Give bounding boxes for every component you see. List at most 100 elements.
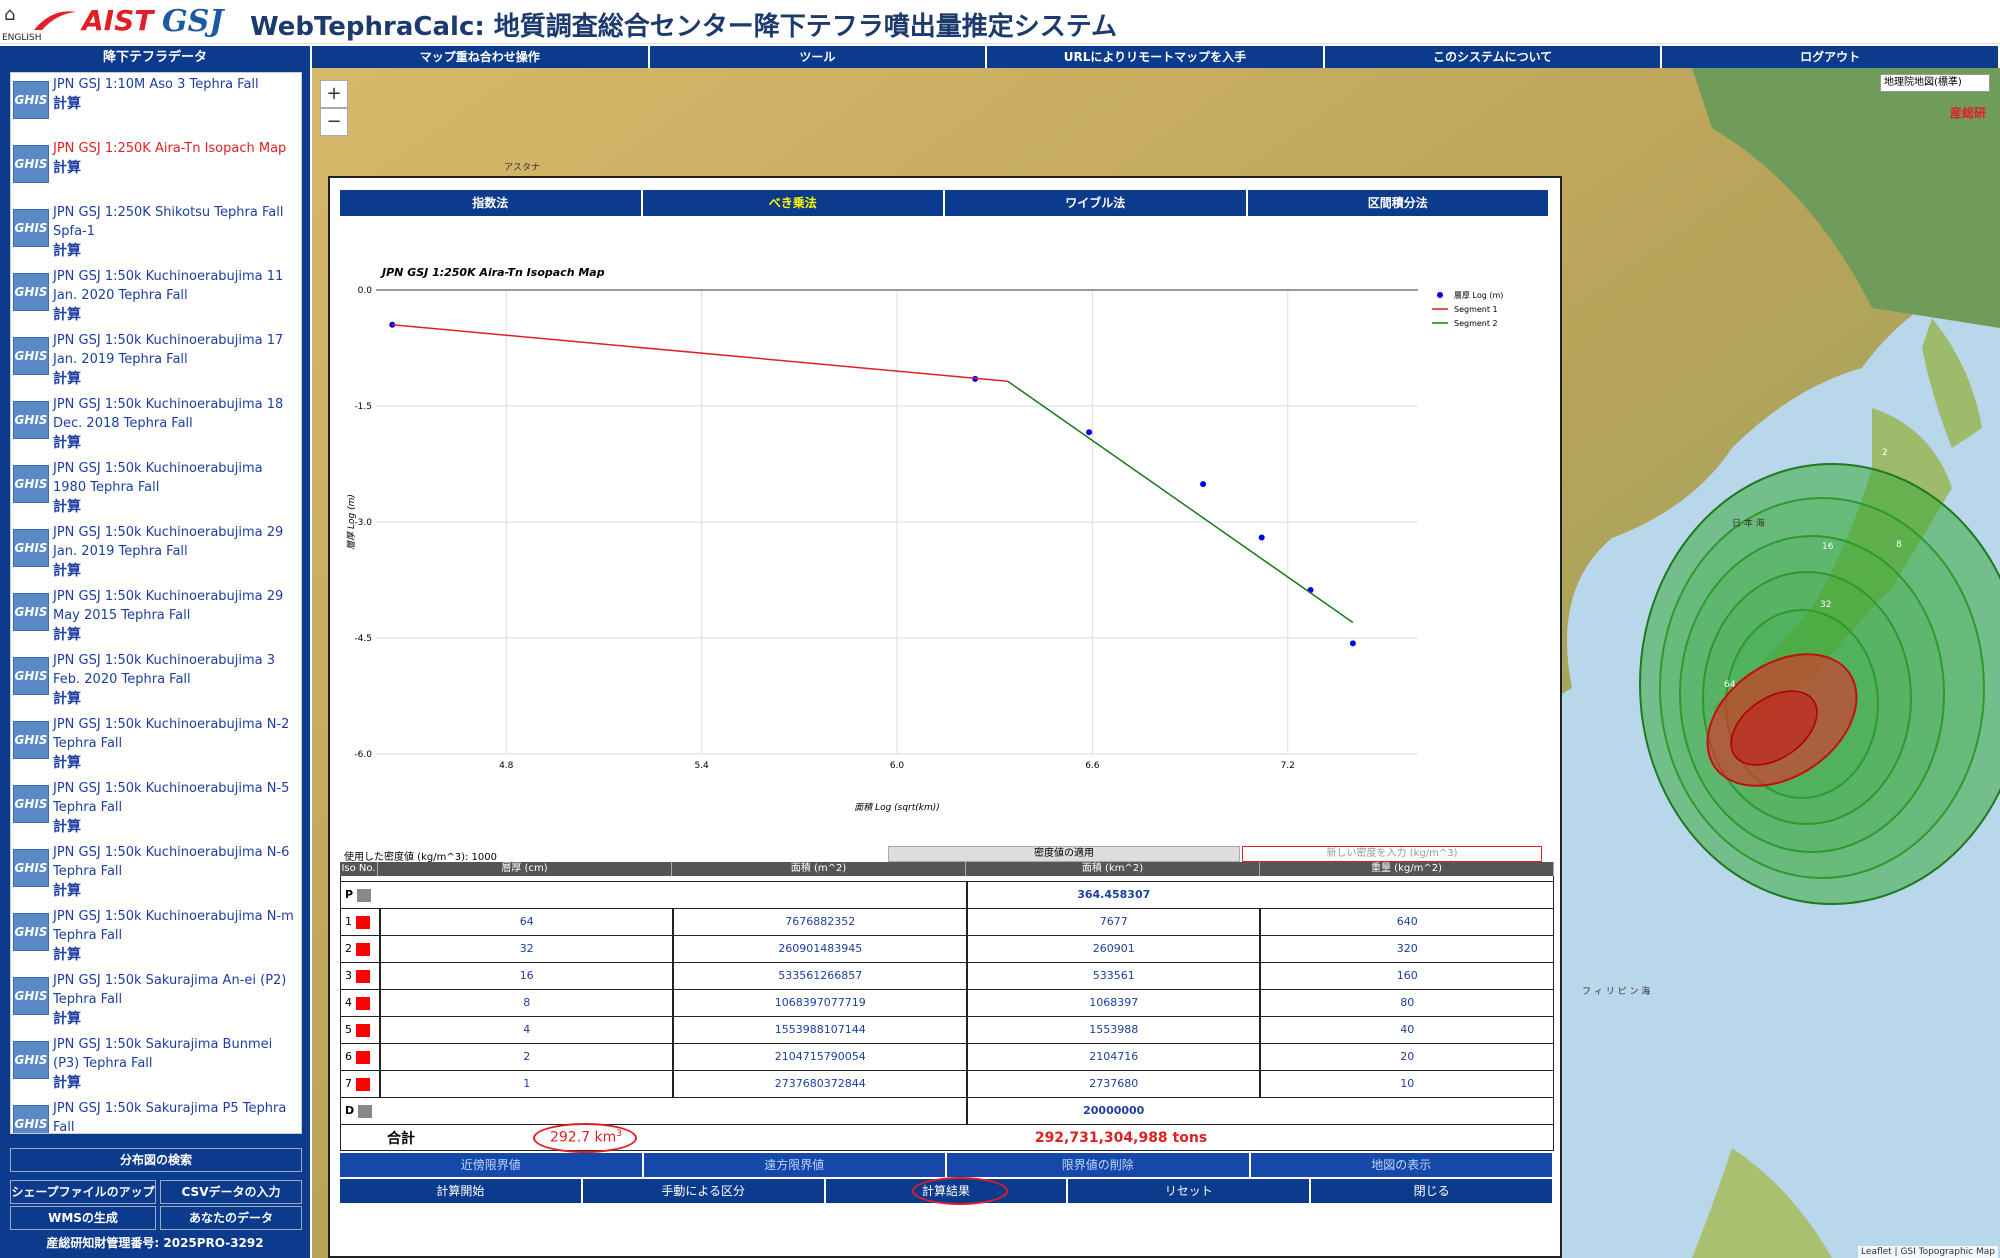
nav-map-overlay[interactable]: マップ重ね合わせ操作 xyxy=(312,46,650,68)
tab-weibull[interactable]: ワイブル法 xyxy=(945,190,1246,216)
tephra-dataset-name[interactable]: JPN GSJ 1:50k Kuchinoerabujima N-5 Tephr… xyxy=(53,779,299,817)
calc-link[interactable]: 計算 xyxy=(53,625,299,645)
nav-tools[interactable]: ツール xyxy=(650,46,988,68)
tephra-data-list[interactable]: GHIS JPN GSJ 1:10M Aso 3 Tephra Fall 計算 G… xyxy=(10,72,302,1134)
map-type-select[interactable]: 地理院地図(標準) xyxy=(1880,74,1990,92)
map-attribution[interactable]: Leaflet | GSI Topographic Map xyxy=(1858,1246,1998,1258)
calc-link[interactable]: 計算 xyxy=(53,94,259,114)
csv-input-button[interactable]: CSVデータの入力 xyxy=(160,1180,302,1204)
cell-thickness[interactable]: 32 xyxy=(378,936,673,962)
calc-link[interactable]: 計算 xyxy=(53,561,299,581)
cell-thickness[interactable]: 2 xyxy=(378,1044,673,1070)
iso-color-swatch[interactable] xyxy=(356,1050,370,1064)
your-data-button[interactable]: あなたのデータ xyxy=(160,1206,302,1230)
iso-color-swatch[interactable] xyxy=(356,1077,370,1091)
cell-thickness[interactable]: 4 xyxy=(378,1017,673,1043)
calc-link[interactable]: 計算 xyxy=(53,241,299,261)
iso-color-swatch[interactable] xyxy=(356,942,370,956)
calc-link[interactable]: 計算 xyxy=(53,497,299,517)
tephra-dataset-name[interactable]: JPN GSJ 1:50k Sakurajima An-ei (P2) Teph… xyxy=(53,971,299,1009)
tephra-dataset-name[interactable]: JPN GSJ 1:50k Kuchinoerabujima 3 Feb. 20… xyxy=(53,651,299,689)
apply-density-button[interactable]: 密度値の適用 xyxy=(888,846,1240,862)
calc-link[interactable]: 計算 xyxy=(53,433,299,453)
start-calc-button[interactable]: 計算開始 xyxy=(340,1179,583,1203)
tab-exponential[interactable]: 指数法 xyxy=(340,190,641,216)
calc-link[interactable]: 計算 xyxy=(53,753,299,773)
iso-color-swatch[interactable] xyxy=(356,969,370,983)
tephra-dataset-name[interactable]: JPN GSJ 1:50k Kuchinoerabujima 17 Jan. 2… xyxy=(53,331,299,369)
zoom-in-button[interactable]: + xyxy=(320,80,348,108)
calc-link[interactable]: 計算 xyxy=(53,305,299,325)
reset-button[interactable]: リセット xyxy=(1068,1179,1312,1203)
calc-link[interactable]: 計算 xyxy=(53,1009,299,1029)
list-item[interactable]: GHIS JPN GSJ 1:10M Aso 3 Tephra Fall 計算 xyxy=(11,73,301,137)
ghis-icon: GHIS xyxy=(13,849,49,887)
new-density-input[interactable]: 新しい密度を入力 (kg/m^3) xyxy=(1242,846,1542,862)
wms-generate-button[interactable]: WMSの生成 xyxy=(10,1206,156,1230)
iso-color-swatch[interactable] xyxy=(358,1104,373,1118)
list-item[interactable]: GHIS JPN GSJ 1:250K Shikotsu Tephra Fall… xyxy=(11,201,301,265)
close-button[interactable]: 閉じる xyxy=(1311,1179,1554,1203)
tephra-dataset-name[interactable]: JPN GSJ 1:50k Kuchinoerabujima 11 Jan. 2… xyxy=(53,267,299,305)
tephra-dataset-name[interactable]: JPN GSJ 1:250K Aira-Tn Isopach Map xyxy=(53,139,286,158)
list-item[interactable]: GHIS JPN GSJ 1:50k Kuchinoerabujima 17 J… xyxy=(11,329,301,393)
tephra-dataset-name[interactable]: JPN GSJ 1:50k Kuchinoerabujima N-6 Tephr… xyxy=(53,843,299,881)
list-item[interactable]: GHIS JPN GSJ 1:50k Kuchinoerabujima N-5 … xyxy=(11,777,301,841)
tephra-dataset-name[interactable]: JPN GSJ 1:250K Shikotsu Tephra Fall Spfa… xyxy=(53,203,299,241)
nav-about[interactable]: このシステムについて xyxy=(1325,46,1663,68)
cell-thickness[interactable]: 8 xyxy=(378,990,673,1016)
map-search-button[interactable]: 分布図の検索 xyxy=(10,1148,302,1172)
tephra-dataset-name[interactable]: JPN GSJ 1:50k Sakurajima Bunmei (P3) Tep… xyxy=(53,1035,299,1073)
list-item[interactable]: GHIS JPN GSJ 1:50k Sakurajima P5 Tephra … xyxy=(11,1097,301,1133)
list-item[interactable]: GHIS JPN GSJ 1:50k Kuchinoerabujima 11 J… xyxy=(11,265,301,329)
delete-limit-button[interactable]: 限界値の削除 xyxy=(947,1153,1251,1177)
tephra-dataset-name[interactable]: JPN GSJ 1:50k Kuchinoerabujima N-m Tephr… xyxy=(53,907,299,945)
iso-color-swatch[interactable] xyxy=(357,888,372,902)
aist-logo[interactable]: AIST xyxy=(32,4,153,37)
calc-link[interactable]: 計算 xyxy=(53,158,286,178)
iso-color-swatch[interactable] xyxy=(356,1023,370,1037)
tab-power-law[interactable]: べき乗法 xyxy=(642,190,943,216)
far-limit-button[interactable]: 遠方限界値 xyxy=(643,1153,947,1177)
tephra-dataset-name[interactable]: JPN GSJ 1:50k Sakurajima P5 Tephra Fall xyxy=(53,1099,299,1133)
zoom-out-button[interactable]: − xyxy=(320,108,348,136)
list-item[interactable]: GHIS JPN GSJ 1:250K Aira-Tn Isopach Map … xyxy=(11,137,301,201)
manual-segment-button[interactable]: 手動による区分 xyxy=(582,1179,826,1203)
list-item[interactable]: GHIS JPN GSJ 1:50k Sakurajima An-ei (P2)… xyxy=(11,969,301,1033)
tab-interval-integration[interactable]: 区間積分法 xyxy=(1247,190,1548,216)
nav-remote-map[interactable]: URLによりリモートマップを入手 xyxy=(987,46,1325,68)
list-item[interactable]: GHIS JPN GSJ 1:50k Kuchinoerabujima 1980… xyxy=(11,457,301,521)
iso-color-swatch[interactable] xyxy=(356,915,370,929)
tephra-dataset-name[interactable]: JPN GSJ 1:50k Kuchinoerabujima 18 Dec. 2… xyxy=(53,395,299,433)
list-item[interactable]: GHIS JPN GSJ 1:50k Kuchinoerabujima 29 J… xyxy=(11,521,301,585)
calc-link[interactable]: 計算 xyxy=(53,369,299,389)
home-icon[interactable]: ⌂ xyxy=(4,4,15,25)
tephra-dataset-name[interactable]: JPN GSJ 1:10M Aso 3 Tephra Fall xyxy=(53,75,259,94)
show-map-button[interactable]: 地図の表示 xyxy=(1250,1153,1554,1177)
calc-link[interactable]: 計算 xyxy=(53,945,299,965)
list-item[interactable]: GHIS JPN GSJ 1:50k Kuchinoerabujima 18 D… xyxy=(11,393,301,457)
calc-link[interactable]: 計算 xyxy=(53,881,299,901)
tephra-dataset-name[interactable]: JPN GSJ 1:50k Kuchinoerabujima N-2 Tephr… xyxy=(53,715,299,753)
near-limit-button[interactable]: 近傍限界値 xyxy=(340,1153,644,1177)
tephra-dataset-name[interactable]: JPN GSJ 1:50k Kuchinoerabujima 29 Jan. 2… xyxy=(53,523,299,561)
cell-thickness[interactable]: 1 xyxy=(378,1071,673,1097)
tephra-dataset-name[interactable]: JPN GSJ 1:50k Kuchinoerabujima 29 May 20… xyxy=(53,587,299,625)
gsj-logo[interactable]: GSJ xyxy=(162,4,223,39)
shapefile-upload-button[interactable]: シェープファイルのアップ xyxy=(10,1180,156,1204)
list-item[interactable]: GHIS JPN GSJ 1:50k Kuchinoerabujima 29 M… xyxy=(11,585,301,649)
cell-thickness[interactable]: 64 xyxy=(378,909,673,935)
iso-color-swatch[interactable] xyxy=(356,996,370,1010)
calc-result-button[interactable]: 計算結果 xyxy=(825,1177,1069,1205)
list-item[interactable]: GHIS JPN GSJ 1:50k Kuchinoerabujima N-m … xyxy=(11,905,301,969)
calc-link[interactable]: 計算 xyxy=(53,817,299,837)
nav-logout[interactable]: ログアウト xyxy=(1662,46,2000,68)
list-item[interactable]: GHIS JPN GSJ 1:50k Kuchinoerabujima N-2 … xyxy=(11,713,301,777)
calc-link[interactable]: 計算 xyxy=(53,1073,299,1093)
list-item[interactable]: GHIS JPN GSJ 1:50k Kuchinoerabujima 3 Fe… xyxy=(11,649,301,713)
tephra-dataset-name[interactable]: JPN GSJ 1:50k Kuchinoerabujima 1980 Teph… xyxy=(53,459,299,497)
calc-link[interactable]: 計算 xyxy=(53,689,299,709)
list-item[interactable]: GHIS JPN GSJ 1:50k Sakurajima Bunmei (P3… xyxy=(11,1033,301,1097)
cell-thickness[interactable]: 16 xyxy=(378,963,673,989)
list-item[interactable]: GHIS JPN GSJ 1:50k Kuchinoerabujima N-6 … xyxy=(11,841,301,905)
